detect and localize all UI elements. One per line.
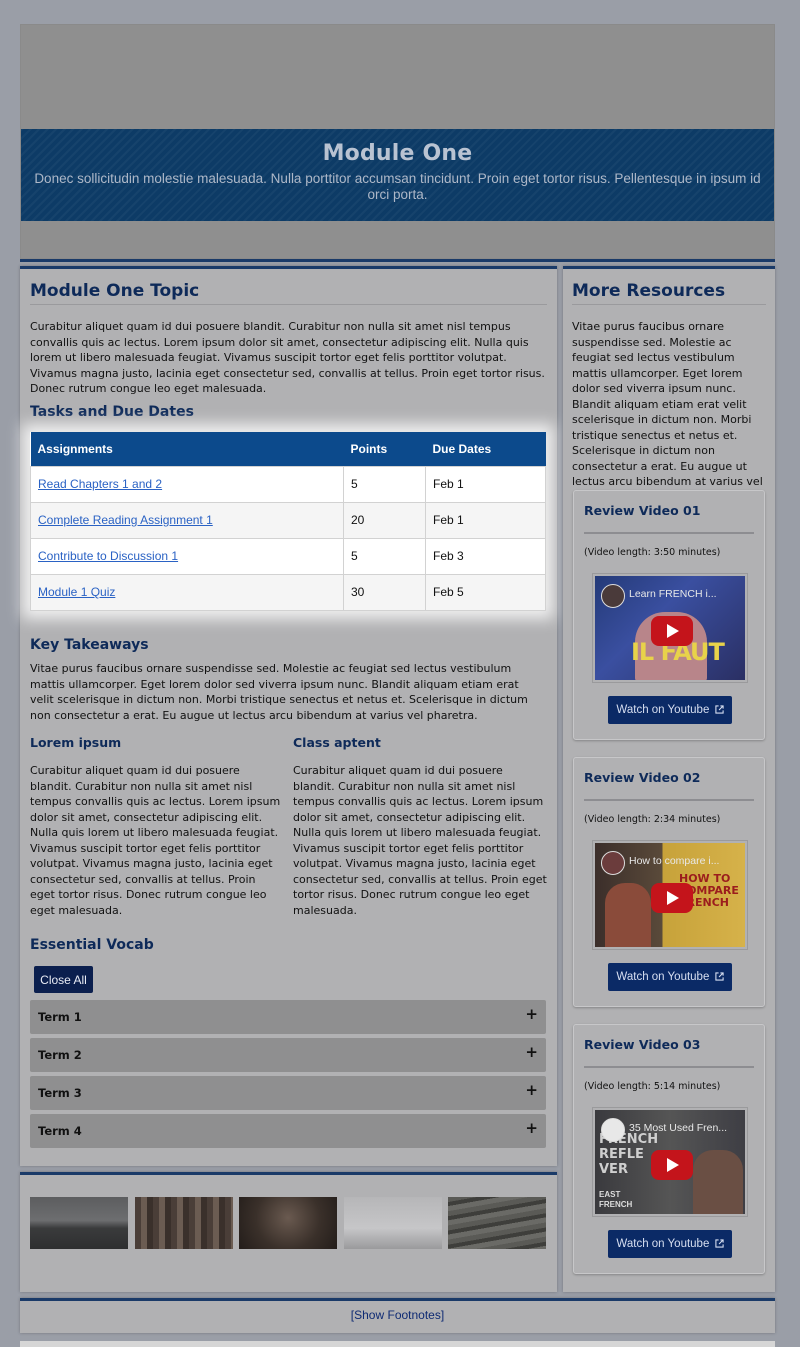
video-thumbnail[interactable]: IL FAUT Learn FRENCH i... <box>592 573 748 683</box>
watch-label: Watch on Youtube <box>616 971 710 983</box>
play-icon[interactable] <box>651 883 693 913</box>
assignment-cell: Complete Reading Assignment 1 <box>30 501 344 539</box>
points-cell: 20 <box>343 501 426 539</box>
video-thumbnail[interactable]: HOW TO COMPARE FRENCH How to compare i... <box>592 840 748 950</box>
plus-icon: + <box>525 1005 538 1023</box>
gallery-image[interactable] <box>344 1197 442 1249</box>
divider <box>20 259 775 262</box>
points-cell: 5 <box>343 465 426 503</box>
col-right-heading: Class aptent <box>293 735 381 750</box>
thumbnail-person <box>693 1150 743 1214</box>
video-title: Review Video 03 <box>584 1037 701 1052</box>
gallery-image[interactable] <box>135 1197 233 1249</box>
divider <box>584 1066 754 1068</box>
video-card-2: Review Video 02 (Video length: 2:34 minu… <box>573 757 765 1007</box>
channel-avatar <box>601 1118 625 1142</box>
watch-label: Watch on Youtube <box>616 1238 710 1250</box>
assignment-cell: Contribute to Discussion 1 <box>30 537 344 575</box>
gallery-image[interactable] <box>30 1197 128 1249</box>
topic-paragraph: Curabitur aliquet quam id dui posuere bl… <box>30 320 545 395</box>
video-thumb-title: How to compare i... <box>629 855 720 867</box>
vocab-heading: Essential Vocab <box>30 937 154 953</box>
plus-icon: + <box>525 1043 538 1061</box>
watch-on-youtube-button[interactable]: Watch on Youtube <box>608 696 732 724</box>
term-label: Term 2 <box>38 1048 82 1062</box>
thumbnail-person <box>605 883 651 947</box>
video-thumb-title: 35 Most Used Fren... <box>629 1122 728 1134</box>
plus-icon: + <box>525 1119 538 1137</box>
header-due-dates: Due Dates <box>425 432 546 466</box>
video-thumbnail[interactable]: FRENCH REFLE VER EAST FRENCH 35 Most Used F… <box>592 1107 748 1217</box>
assignment-cell: Read Chapters 1 and 2 <box>30 465 344 503</box>
page-title: Module One <box>322 141 473 166</box>
channel-avatar <box>601 851 625 875</box>
external-link-icon <box>714 705 724 714</box>
plus-icon: + <box>525 1081 538 1099</box>
watch-on-youtube-button[interactable]: Watch on Youtube <box>608 1230 732 1258</box>
video-thumb-title: Learn FRENCH i... <box>629 588 717 600</box>
channel-avatar <box>601 584 625 608</box>
video-length: (Video length: 5:14 minutes) <box>584 1081 721 1092</box>
tasks-heading: Tasks and Due Dates <box>30 404 194 420</box>
table-row: Contribute to Discussion 1 5 Feb 3 <box>30 537 546 575</box>
external-link-icon <box>714 972 724 981</box>
header-assignments: Assignments <box>30 432 344 466</box>
video-card-3: Review Video 03 (Video length: 5:14 minu… <box>573 1024 765 1274</box>
assignment-link[interactable]: Complete Reading Assignment 1 <box>38 513 213 527</box>
tasks-table: Assignments Points Due Dates Read Chapte… <box>30 432 546 611</box>
term-label: Term 3 <box>38 1086 82 1100</box>
points-cell: 30 <box>343 573 426 611</box>
col-left-paragraph: Curabitur aliquet quam id dui posuere bl… <box>30 764 281 917</box>
assignment-cell: Module 1 Quiz <box>30 573 344 611</box>
col-right-paragraph: Curabitur aliquet quam id dui posuere bl… <box>293 764 547 917</box>
due-date-cell: Feb 1 <box>425 501 546 539</box>
divider <box>584 799 754 801</box>
close-all-button[interactable]: Close All <box>34 966 93 993</box>
hero-banner: Module One Donec sollicitudin molestie m… <box>20 24 775 259</box>
sidebar-heading: More Resources <box>572 281 766 305</box>
video-length: (Video length: 2:34 minutes) <box>584 814 721 825</box>
assignment-link[interactable]: Contribute to Discussion 1 <box>38 549 178 563</box>
table-row: Read Chapters 1 and 2 5 Feb 1 <box>30 465 546 503</box>
divider <box>584 532 754 534</box>
hero-subtitle: Donec sollicitudin molestie malesuada. N… <box>34 171 761 202</box>
watch-on-youtube-button[interactable]: Watch on Youtube <box>608 963 732 991</box>
gallery-image[interactable] <box>448 1197 546 1249</box>
header-points: Points <box>343 432 426 466</box>
thumbnail-subcaption: EAST FRENCH <box>599 1190 633 1209</box>
page: Module One Donec sollicitudin molestie m… <box>0 0 800 1347</box>
external-link-icon <box>714 1239 724 1248</box>
table-row: Module 1 Quiz 30 Feb 5 <box>30 573 546 611</box>
due-date-cell: Feb 5 <box>425 573 546 611</box>
accordion-term-2[interactable]: Term 2 + <box>30 1038 546 1072</box>
hero-band: Module One Donec sollicitudin molestie m… <box>21 129 774 221</box>
due-date-cell: Feb 3 <box>425 537 546 575</box>
term-label: Term 4 <box>38 1124 82 1138</box>
term-label: Term 1 <box>38 1010 82 1024</box>
video-card-1: Review Video 01 (Video length: 3:50 minu… <box>573 490 765 740</box>
topic-heading: Module One Topic <box>30 281 547 305</box>
points-cell: 5 <box>343 537 426 575</box>
due-date-cell: Feb 1 <box>425 465 546 503</box>
sidebar-paragraph: Vitae purus faucibus ornare suspendisse … <box>572 320 763 504</box>
video-title: Review Video 01 <box>584 503 701 518</box>
table-header-row: Assignments Points Due Dates <box>30 432 546 466</box>
watch-label: Watch on Youtube <box>616 704 710 716</box>
accordion-term-4[interactable]: Term 4 + <box>30 1114 546 1148</box>
takeaways-heading: Key Takeaways <box>30 637 149 653</box>
gallery-image[interactable] <box>239 1197 337 1249</box>
show-footnotes-link[interactable]: [Show Footnotes] <box>20 1308 775 1322</box>
table-row: Complete Reading Assignment 1 20 Feb 1 <box>30 501 546 539</box>
accordion-term-3[interactable]: Term 3 + <box>30 1076 546 1110</box>
assignment-link[interactable]: Module 1 Quiz <box>38 585 115 599</box>
takeaways-paragraph: Vitae purus faucibus ornare suspendisse … <box>30 662 528 722</box>
accordion-term-1[interactable]: Term 1 + <box>30 1000 546 1034</box>
video-title: Review Video 02 <box>584 770 701 785</box>
bottom-strip <box>20 1341 775 1347</box>
play-icon[interactable] <box>651 1150 693 1180</box>
col-left-heading: Lorem ipsum <box>30 735 122 750</box>
video-length: (Video length: 3:50 minutes) <box>584 547 721 558</box>
play-icon[interactable] <box>651 616 693 646</box>
assignment-link[interactable]: Read Chapters 1 and 2 <box>38 477 162 491</box>
